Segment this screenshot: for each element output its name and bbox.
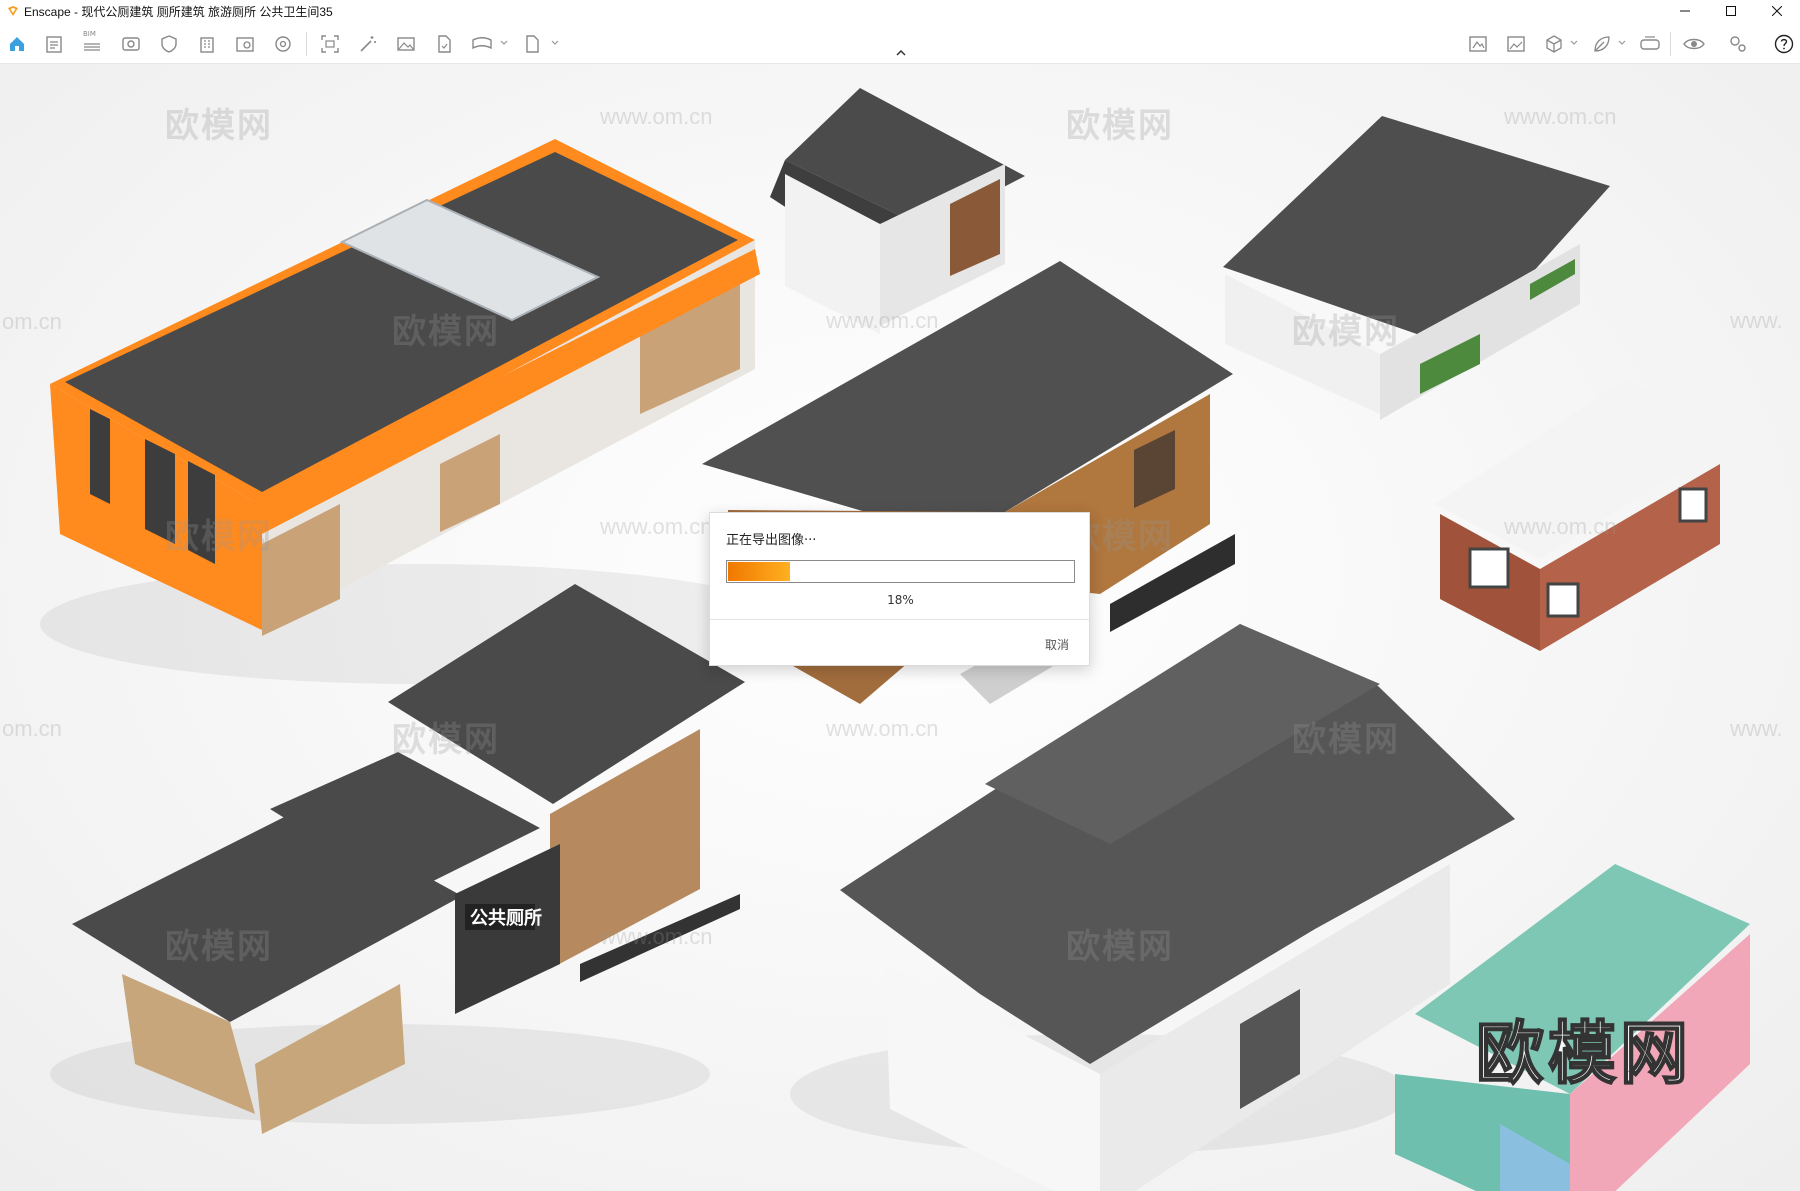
render-button[interactable] xyxy=(233,32,257,56)
export-file-button[interactable] xyxy=(432,32,456,56)
magic-wand-icon xyxy=(360,36,376,52)
asset-library-icon xyxy=(1469,36,1487,52)
close-button[interactable] xyxy=(1754,0,1800,22)
leaf-button[interactable] xyxy=(1590,32,1614,56)
cube-dropdown-caret-icon[interactable] xyxy=(1569,38,1579,48)
watermark-text: 欧模网 xyxy=(1066,927,1174,967)
gear-wheel-icon xyxy=(275,36,291,52)
help-icon xyxy=(1774,34,1794,54)
title-bar: Enscape - 现代公厕建筑 厕所建筑 旅游厕所 公共卫生间35 xyxy=(0,0,1800,22)
building-icon xyxy=(200,37,214,53)
document-button[interactable] xyxy=(42,32,66,56)
watermark-url: www.om.cn xyxy=(600,924,713,949)
home-icon xyxy=(10,37,24,51)
watermark-url: www.om.cn xyxy=(600,514,713,539)
batch-export-button[interactable] xyxy=(520,32,544,56)
vr-headset-icon xyxy=(1640,36,1660,50)
render-icon xyxy=(236,37,254,52)
image-settings-button[interactable] xyxy=(1504,32,1528,56)
view-icon xyxy=(122,37,140,51)
watermark-url-edge: www. xyxy=(1730,716,1783,741)
watermark-text: 欧模网 xyxy=(1292,720,1400,760)
leaf-icon xyxy=(1594,36,1610,52)
building-sign-text: 公共厕所 xyxy=(470,908,542,929)
export-progress-dialog: 正在导出图像··· 18% 取消 xyxy=(709,512,1091,666)
bim-label: BIM xyxy=(83,30,96,38)
window-title: Enscape - 现代公厕建筑 厕所建筑 旅游厕所 公共卫生间35 xyxy=(24,4,333,19)
building-button[interactable] xyxy=(195,32,219,56)
minimize-button[interactable] xyxy=(1662,0,1708,22)
view-button[interactable] xyxy=(119,32,143,56)
minimize-icon xyxy=(1680,10,1690,12)
screenshot-icon xyxy=(321,35,339,53)
building-small-gable xyxy=(770,88,1025,334)
settings-icon xyxy=(1730,36,1746,52)
bim-button[interactable]: BIM xyxy=(80,30,104,56)
watermark-text: 欧模网 xyxy=(1292,312,1400,352)
export-progress-percent: 18% xyxy=(887,593,914,607)
leaf-dropdown-caret-icon[interactable] xyxy=(1617,38,1627,48)
cancel-button[interactable]: 取消 xyxy=(1021,631,1077,657)
document-icon xyxy=(46,36,62,53)
watermark-text: 欧模网 xyxy=(165,927,273,967)
close-icon xyxy=(1772,6,1782,16)
image-button[interactable] xyxy=(394,32,418,56)
watermark-text: 欧模网 xyxy=(392,312,500,352)
export-progress-fill xyxy=(728,562,790,581)
collapse-toolbar-caret-icon[interactable] xyxy=(894,48,908,58)
magic-wand-button[interactable] xyxy=(356,32,380,56)
watermark-url: www.om.cn xyxy=(826,308,939,333)
window-controls xyxy=(1662,0,1800,22)
toolbar-separator xyxy=(306,32,307,56)
watermark-url: www.om.cn xyxy=(600,104,713,129)
home-button[interactable] xyxy=(5,32,29,56)
watermark-url-partial: om.cn xyxy=(2,309,62,334)
cube-button[interactable] xyxy=(1542,32,1566,56)
image-icon xyxy=(397,37,415,51)
watermark-url-edge: www. xyxy=(1730,308,1783,333)
watermark-url-partial: om.cn xyxy=(2,716,62,741)
enscape-logo-icon xyxy=(8,6,18,16)
watermark-url: www.om.cn xyxy=(1504,104,1617,129)
watermark-text: 欧模网 xyxy=(165,517,273,557)
export-progress-bar xyxy=(726,560,1075,583)
eye-button[interactable] xyxy=(1682,32,1706,56)
watermark-url: www.om.cn xyxy=(826,716,939,741)
batch-dropdown-caret-icon[interactable] xyxy=(550,38,560,48)
settings-button[interactable] xyxy=(1726,32,1750,56)
screenshot-button[interactable] xyxy=(318,32,342,56)
gear-wheel-button[interactable] xyxy=(271,32,295,56)
building-gable-right xyxy=(1223,116,1610,420)
maximize-button[interactable] xyxy=(1708,0,1754,22)
watermark-logo-large: 欧模网 xyxy=(1475,1014,1693,1095)
image-settings-icon xyxy=(1507,36,1525,52)
asset-library-button[interactable] xyxy=(1466,32,1490,56)
eye-icon xyxy=(1683,38,1705,50)
building-orange-flat-roof xyxy=(40,139,800,684)
watermark-text: 欧模网 xyxy=(1066,106,1174,146)
vr-headset-button[interactable] xyxy=(1638,32,1662,56)
panorama-button[interactable] xyxy=(470,32,494,56)
watermark-url: www.om.cn xyxy=(1504,514,1617,539)
export-file-icon xyxy=(438,35,451,53)
watermark-text: 欧模网 xyxy=(392,720,500,760)
toolbar-separator xyxy=(1670,32,1671,56)
help-button[interactable] xyxy=(1772,32,1796,56)
export-message: 正在导出图像··· xyxy=(726,533,817,548)
watermark-text: 欧模网 xyxy=(165,106,273,146)
shield-button[interactable] xyxy=(157,32,181,56)
dialog-divider xyxy=(710,619,1091,620)
panorama-dropdown-caret-icon[interactable] xyxy=(499,38,509,48)
panorama-icon xyxy=(472,37,492,50)
shield-icon xyxy=(161,35,177,53)
batch-export-icon xyxy=(526,35,539,53)
maximize-icon xyxy=(1726,6,1736,16)
cube-icon xyxy=(1546,35,1562,53)
